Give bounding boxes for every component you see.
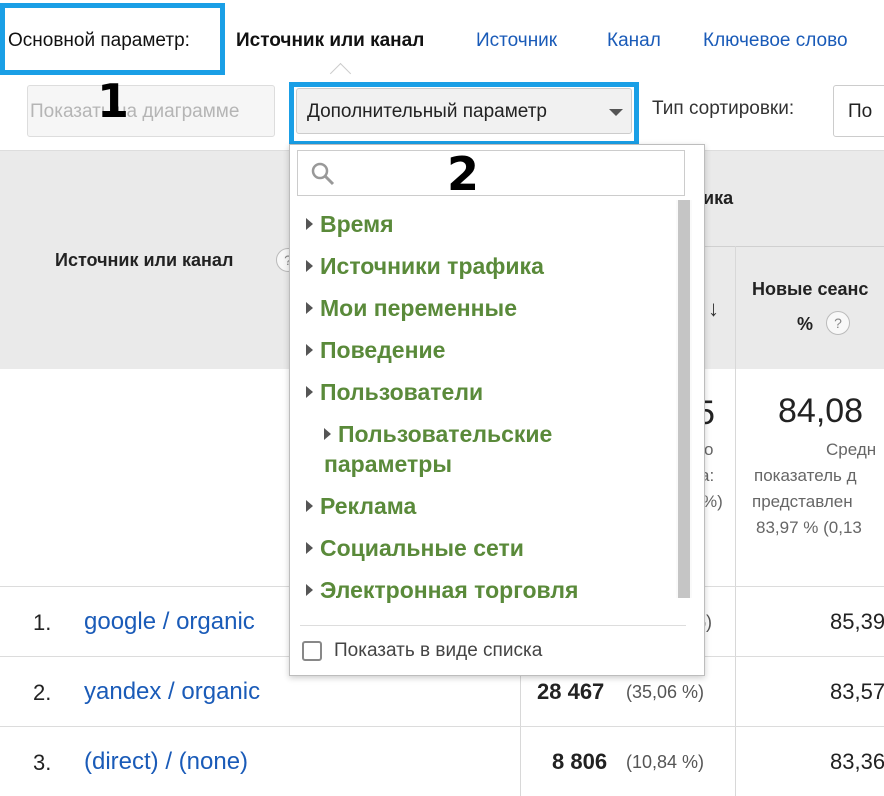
category-label: Мои переменные [320,295,517,321]
sort-arrow-down-icon[interactable]: ↓ [708,296,719,322]
list-view-label[interactable]: Показать в виде списка [334,640,542,662]
help-icon[interactable]: ? [826,311,850,335]
active-tab-pointer [329,62,352,85]
row-number: 1. [33,610,52,635]
summary-col2-fragment: о [704,440,714,459]
expand-triangle-icon [306,542,313,554]
row-value: 28 467 [537,679,605,704]
category-label: Время [320,211,394,237]
row-source-link[interactable]: yandex / organic [84,678,260,706]
sort-type-label: Тип сортировки: [652,98,795,119]
category-users[interactable]: Пользователи [306,377,660,407]
summary-sub-text: 83,97 % (0,13 [756,518,862,537]
plot-rows-button[interactable]: Показать на диаграмме [27,85,275,137]
scrollbar-thumb[interactable] [678,200,690,598]
row-value: 8 806 [552,749,608,774]
tab-source-medium[interactable]: Источник или канал [236,30,424,52]
header-new-sessions[interactable]: Новые сеанс [752,279,868,300]
category-social[interactable]: Социальные сети [306,533,660,563]
category-traffic-sources[interactable]: Источники трафика [306,251,660,281]
category-label: Реклама [320,493,417,519]
expand-triangle-icon [306,386,313,398]
category-custom-dimensions[interactable]: Пользовательские параметры [324,419,594,479]
category-label: Поведение [320,337,446,363]
row-source-link[interactable]: (direct) / (none) [84,748,248,776]
row-percent: (10,84 %) [626,752,705,772]
expand-triangle-icon [324,428,331,440]
sort-type-select[interactable]: По [833,85,884,137]
category-label: Пользователи [320,379,484,405]
summary-new-sessions: 84,08 [778,392,864,430]
row-source-link[interactable]: google / organic [84,608,255,636]
category-custom-variables[interactable]: Мои переменные [306,293,660,323]
row-new-sessions: 85,39 [830,609,884,634]
row-divider [0,726,884,727]
category-time[interactable]: Время [306,209,660,239]
header-acquisition: ика [703,188,734,208]
category-behavior[interactable]: Поведение [306,335,660,365]
col-divider [735,246,736,368]
row-new-sessions: 83,57 [830,679,884,704]
dropdown-caret-icon [609,109,623,116]
col-divider [735,368,736,796]
secondary-dimension-dropdown: 2 Время Источники трафика Мои переменные… [289,144,705,676]
expand-triangle-icon [306,260,313,272]
summary-sub-text: Средн [826,440,877,459]
category-label: Электронная торговля [320,577,579,603]
row-percent: (35,06 %) [626,682,705,702]
header-new-sessions-unit: % [797,314,814,334]
secondary-dimension-label: Дополнительный параметр [307,101,547,122]
summary-col2-fragment: %) [702,492,723,511]
expand-triangle-icon [306,344,313,356]
summary-sub-text: представлен [752,492,853,511]
list-view-checkbox[interactable] [302,641,322,661]
secondary-dimension-button[interactable]: Дополнительный параметр [296,88,632,134]
category-label: Пользовательские параметры [324,421,553,477]
tab-medium[interactable]: Канал [607,30,661,52]
category-ecommerce[interactable]: Электронная торговля [306,575,660,605]
dropdown-scrollbar[interactable] [676,200,692,598]
row-number: 3. [33,750,52,775]
category-advertising[interactable]: Реклама [306,491,660,521]
expand-triangle-icon [306,500,313,512]
header-source-medium[interactable]: Источник или канал [55,250,233,271]
summary-sub-text: показатель д [754,466,857,485]
dimension-search-input[interactable] [297,150,685,196]
search-icon [311,162,335,186]
annotation-2: 2 [447,147,480,201]
highlight-box-1 [0,3,225,75]
tab-keyword[interactable]: Ключевое слово [703,30,848,52]
row-new-sessions: 83,36 [830,749,884,774]
category-label: Социальные сети [320,535,524,561]
expand-triangle-icon [306,584,313,596]
tab-source[interactable]: Источник [476,30,557,52]
annotation-1: 1 [97,74,130,128]
expand-triangle-icon [306,302,313,314]
dropdown-separator [300,625,686,626]
category-label: Источники трафика [320,253,544,279]
expand-triangle-icon [306,218,313,230]
row-number: 2. [33,680,52,705]
